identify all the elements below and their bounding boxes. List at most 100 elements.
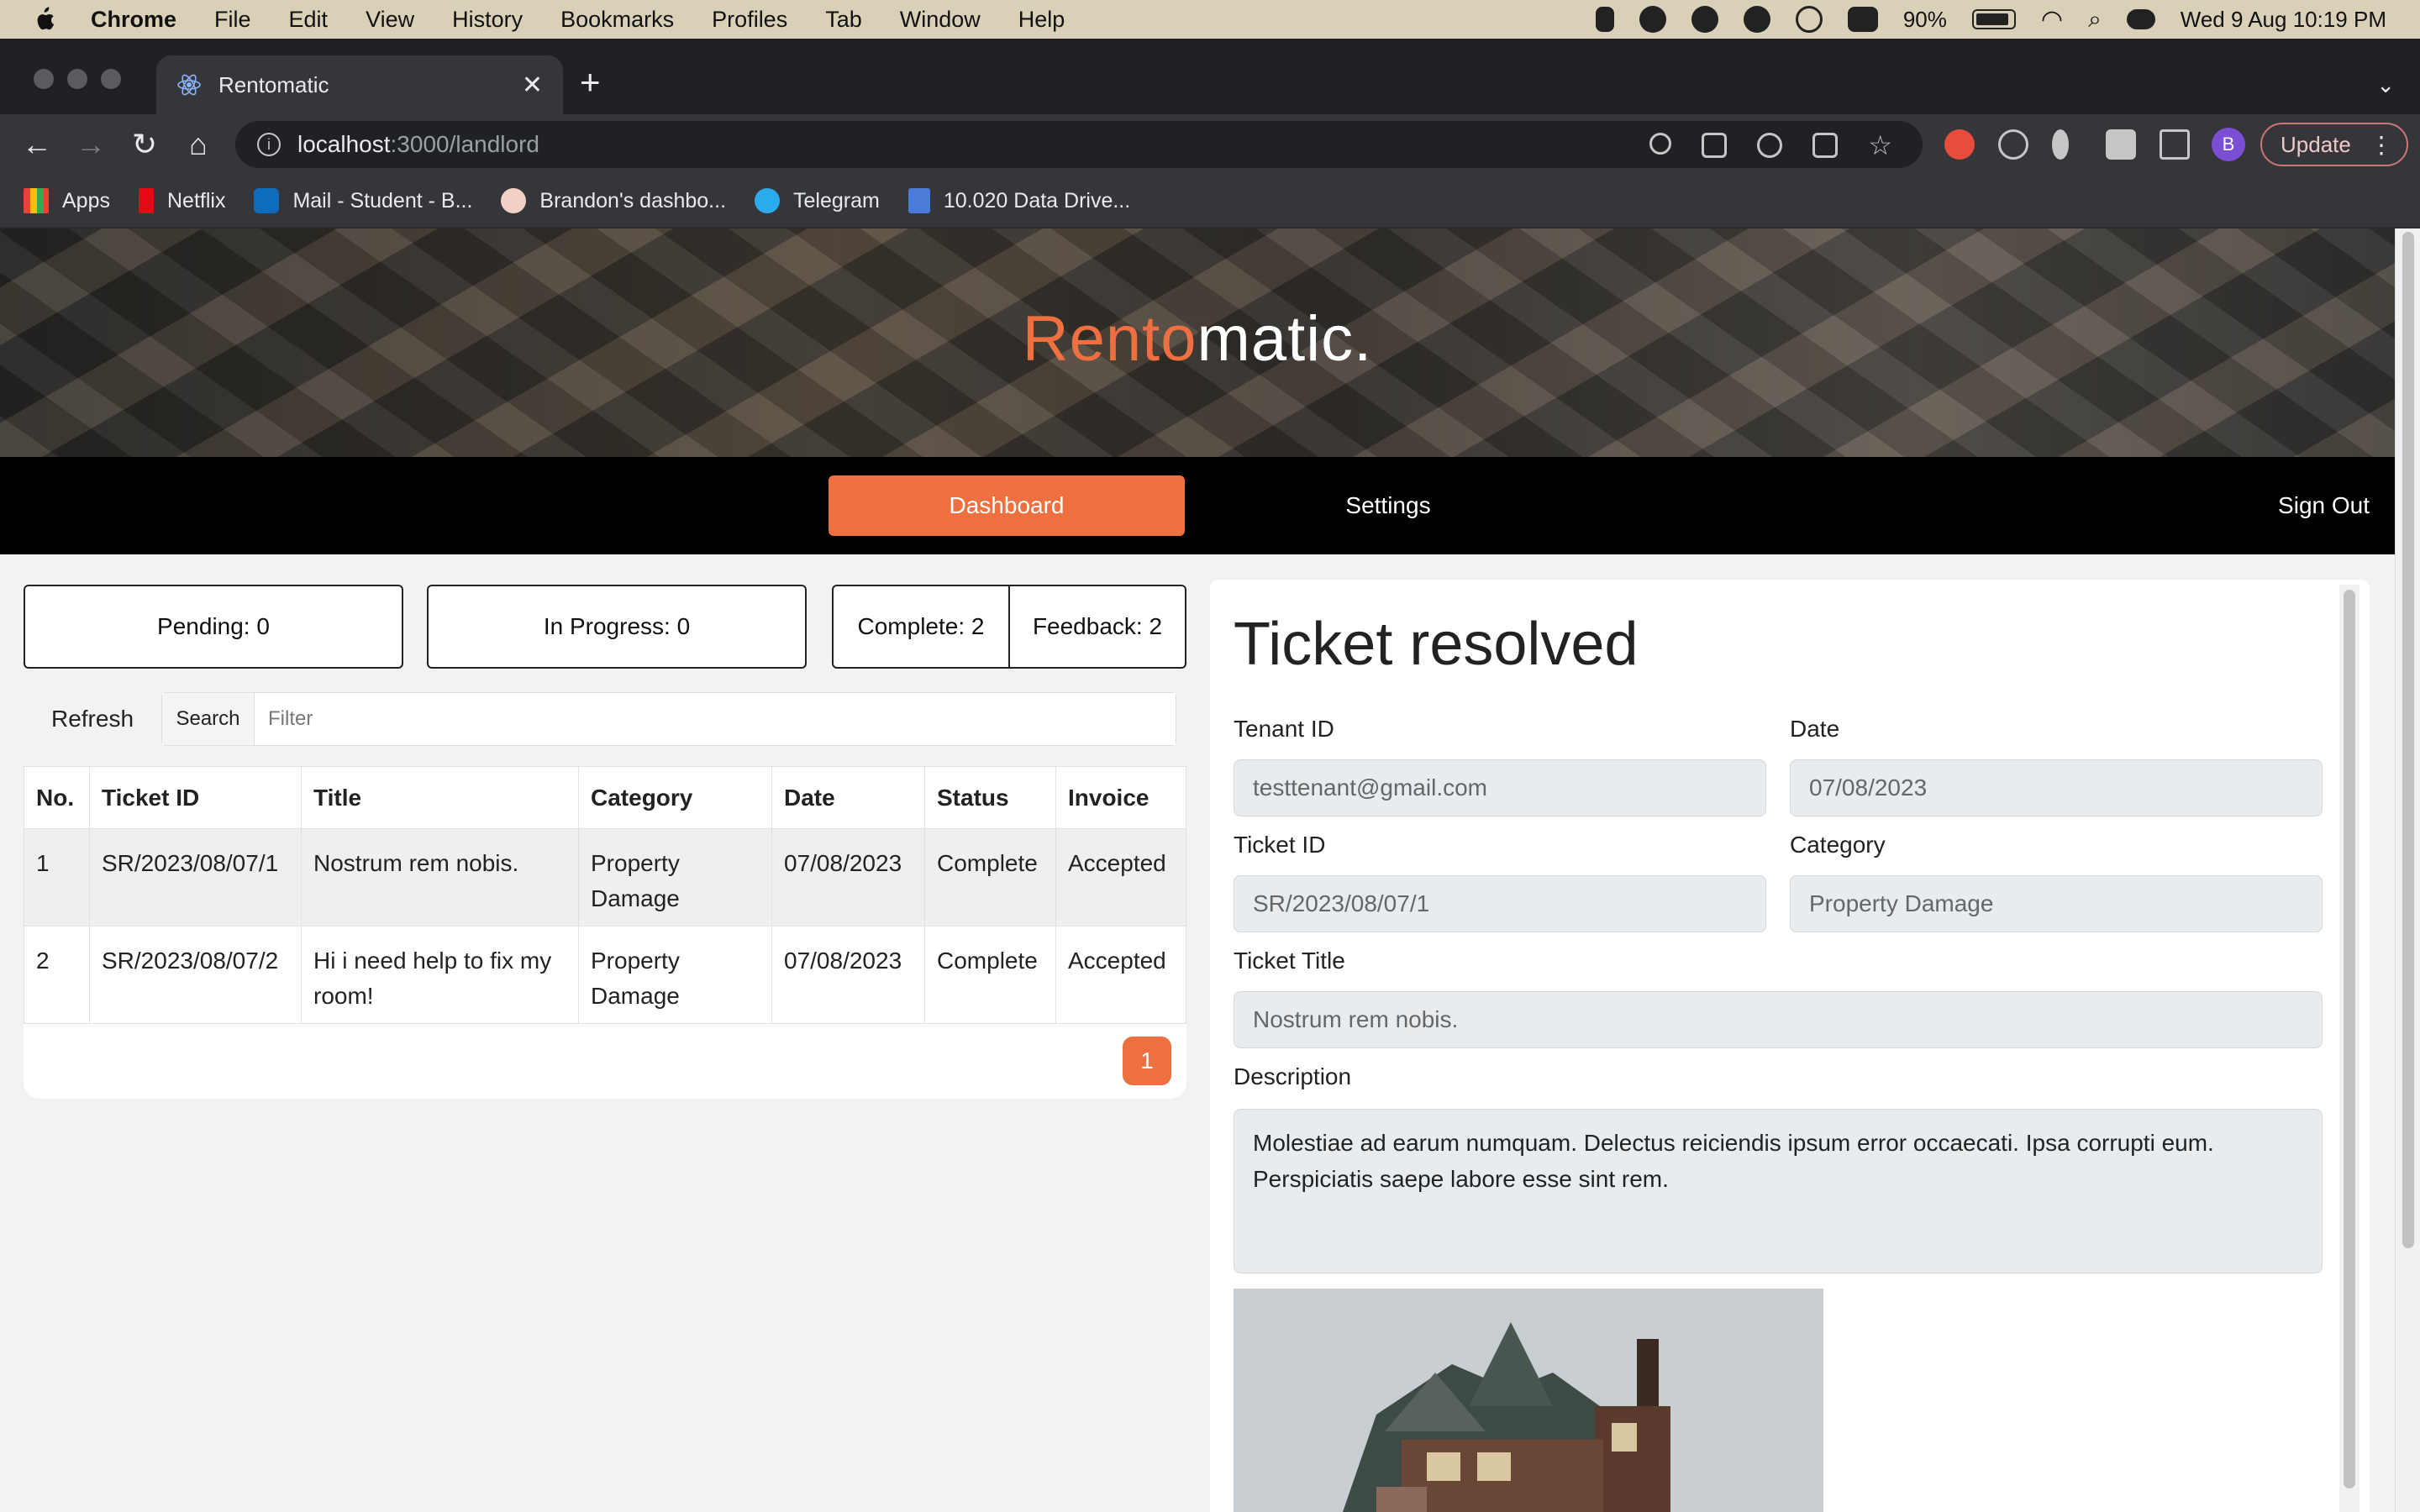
- ticket-title-field[interactable]: Nostrum rem nobis.: [1234, 991, 2323, 1048]
- search-group: Search: [161, 692, 1176, 746]
- tickets-table-card: No. Ticket ID Title Category Date Status…: [24, 766, 1186, 1099]
- vpn-shield-icon[interactable]: [1795, 6, 1823, 33]
- password-key-icon[interactable]: [1649, 133, 1672, 155]
- cell-title: Nostrum rem nobis.: [301, 828, 579, 927]
- menu-edit[interactable]: Edit: [289, 7, 329, 33]
- tenant-id-label: Tenant ID: [1234, 716, 1334, 742]
- window-minimize-button[interactable]: [67, 69, 87, 89]
- detail-scrollbar[interactable]: [2339, 585, 2360, 1512]
- brain-icon: [501, 188, 527, 213]
- side-panel-icon[interactable]: [2160, 129, 2190, 160]
- tab-search-chevron-icon[interactable]: ⌄: [2376, 72, 2395, 98]
- menu-window[interactable]: Window: [900, 7, 981, 33]
- address-bar[interactable]: i localhost :3000/landlord ☆: [235, 121, 1923, 168]
- col-invoice[interactable]: Invoice: [1055, 766, 1186, 829]
- site-info-icon[interactable]: i: [257, 133, 281, 156]
- col-no[interactable]: No.: [24, 766, 90, 829]
- col-category[interactable]: Category: [578, 766, 772, 829]
- profile-avatar[interactable]: B: [2212, 128, 2245, 161]
- bookmark-telegram[interactable]: Telegram: [755, 188, 880, 213]
- bookmark-data-drive[interactable]: 10.020 Data Drive...: [908, 188, 1130, 213]
- tab-close-icon[interactable]: ✕: [522, 71, 543, 100]
- chrome-menu-icon[interactable]: ⋮: [2370, 131, 2393, 159]
- tenant-id-field[interactable]: testtenant@gmail.com: [1234, 759, 1766, 816]
- reload-icon[interactable]: ↻: [128, 128, 161, 161]
- stat-pending[interactable]: Pending: 0: [24, 585, 403, 669]
- bookmarks-bar: Apps Netflix Mail - Student - B... Brand…: [0, 175, 2420, 228]
- cloud-sync-icon[interactable]: [1691, 6, 1718, 33]
- share-icon[interactable]: [1812, 133, 1839, 158]
- menu-profiles[interactable]: Profiles: [712, 7, 787, 33]
- extensions-puzzle-icon[interactable]: [2106, 129, 2136, 160]
- outlook-icon: [254, 188, 280, 213]
- menu-tab[interactable]: Tab: [825, 7, 862, 33]
- bookmark-dashboard[interactable]: Brandon's dashbo...: [501, 188, 726, 213]
- b-app-icon[interactable]: [1847, 7, 1878, 32]
- col-ticket-id[interactable]: Ticket ID: [89, 766, 302, 829]
- home-icon[interactable]: ⌂: [182, 128, 215, 161]
- col-title[interactable]: Title: [301, 766, 579, 829]
- forward-icon[interactable]: →: [74, 128, 108, 161]
- install-app-icon[interactable]: [1702, 133, 1728, 158]
- menu-app-name[interactable]: Chrome: [91, 7, 176, 33]
- detail-scrollbar-thumb[interactable]: [2344, 590, 2355, 1488]
- update-button[interactable]: Update ⋮: [2260, 123, 2408, 166]
- menu-bookmarks[interactable]: Bookmarks: [560, 7, 674, 33]
- description-textarea[interactable]: Molestiae ad earum numquam. Delectus rei…: [1234, 1109, 2323, 1273]
- col-status[interactable]: Status: [924, 766, 1056, 829]
- hero-banner: Rentomatic.: [0, 228, 2395, 457]
- netflix-icon: [138, 188, 154, 213]
- bookmark-star-icon[interactable]: ☆: [1868, 132, 1892, 159]
- stat-complete[interactable]: Complete: 2: [834, 586, 1008, 667]
- col-date[interactable]: Date: [771, 766, 925, 829]
- window-close-button[interactable]: [34, 69, 54, 89]
- category-field[interactable]: Property Damage: [1790, 875, 2323, 932]
- menu-help[interactable]: Help: [1018, 7, 1065, 33]
- extension-adblock-icon[interactable]: [1944, 129, 1975, 160]
- extension-rainbow-icon[interactable]: [1998, 129, 2028, 160]
- apps-grid-icon: [24, 188, 49, 213]
- figma-icon[interactable]: [1595, 7, 1614, 32]
- bookmark-apps[interactable]: Apps: [24, 188, 110, 213]
- nav-sign-out[interactable]: Sign Out: [2202, 475, 2370, 536]
- ticket-id-field[interactable]: SR/2023/08/07/1: [1234, 875, 1766, 932]
- bookmark-label: Mail - Student - B...: [292, 188, 473, 213]
- creative-cloud-icon[interactable]: [1639, 6, 1666, 33]
- zoom-icon[interactable]: [1757, 133, 1783, 158]
- extension-dropper-icon[interactable]: [2052, 129, 2069, 160]
- stat-feedback[interactable]: Feedback: 2: [1008, 586, 1185, 667]
- page-scrollbar-thumb[interactable]: [2402, 232, 2414, 1248]
- pagination-page-button[interactable]: 1: [1123, 1037, 1171, 1085]
- nav-dashboard[interactable]: Dashboard: [829, 475, 1185, 536]
- menu-file[interactable]: File: [214, 7, 251, 33]
- browser-tab[interactable]: Rentomatic ✕: [156, 55, 563, 114]
- house-image: [1234, 1289, 1823, 1512]
- grammarly-icon[interactable]: [1743, 6, 1770, 33]
- battery-icon[interactable]: [1971, 9, 2016, 29]
- bookmark-mail[interactable]: Mail - Student - B...: [254, 188, 472, 213]
- bookmark-label: Telegram: [793, 188, 880, 213]
- bookmark-netflix[interactable]: Netflix: [138, 188, 225, 213]
- ticket-title-label: Ticket Title: [1234, 948, 1345, 974]
- date-label: Date: [1790, 716, 1840, 742]
- nav-settings[interactable]: Settings: [1294, 475, 1482, 536]
- refresh-button[interactable]: Refresh: [25, 692, 160, 746]
- cell-status: Complete: [924, 926, 1056, 1024]
- battery-percent: 90%: [1902, 6, 1947, 32]
- page-scrollbar[interactable]: [2395, 228, 2420, 1512]
- filter-input[interactable]: [255, 693, 1176, 745]
- apple-icon[interactable]: [32, 5, 57, 34]
- menu-view[interactable]: View: [366, 7, 414, 33]
- date-field[interactable]: 07/08/2023: [1790, 759, 2323, 816]
- spotlight-search-icon[interactable]: ⌕: [2088, 6, 2102, 34]
- table-row[interactable]: 2 SR/2023/08/07/2 Hi i need help to fix …: [24, 926, 1186, 1024]
- new-tab-icon[interactable]: +: [580, 65, 601, 100]
- back-icon[interactable]: ←: [20, 128, 54, 161]
- clock[interactable]: Wed 9 Aug 10:19 PM: [2181, 7, 2386, 33]
- table-row[interactable]: 1 SR/2023/08/07/1 Nostrum rem nobis. Pro…: [24, 828, 1186, 927]
- control-center-icon[interactable]: [2126, 9, 2155, 29]
- wifi-icon[interactable]: ◠: [2041, 5, 2063, 34]
- window-zoom-button[interactable]: [101, 69, 121, 89]
- menu-history[interactable]: History: [452, 7, 523, 33]
- stat-in-progress[interactable]: In Progress: 0: [427, 585, 807, 669]
